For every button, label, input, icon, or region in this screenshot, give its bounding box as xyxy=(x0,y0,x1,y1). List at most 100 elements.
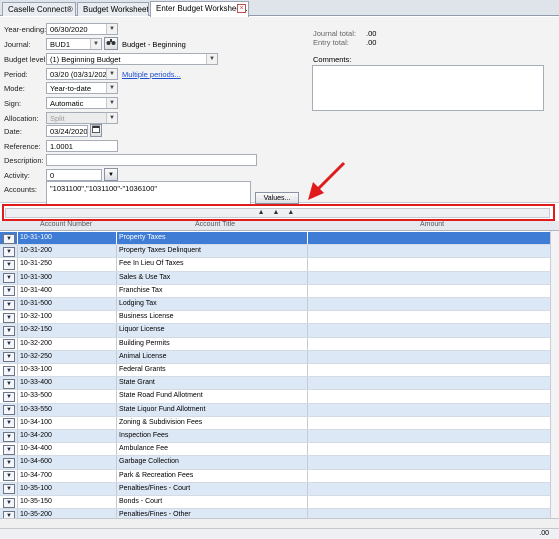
date-field[interactable]: 03/24/2020 xyxy=(46,125,88,137)
row-expand-icon[interactable]: ▼ xyxy=(3,233,15,244)
chevron-down-icon[interactable]: ▼ xyxy=(106,69,117,79)
account-number-cell: 10-31-250 xyxy=(20,260,52,268)
row-expand-icon[interactable]: ▼ xyxy=(3,246,15,257)
chevron-down-icon[interactable]: ▼ xyxy=(90,39,101,49)
table-row[interactable]: ▼ 10-33-100 Federal Grants xyxy=(0,364,559,378)
journal-select[interactable]: BUD1 ▼ xyxy=(46,38,102,50)
account-number-cell: 10-34-700 xyxy=(20,471,52,479)
grid-header: Account Number Account Title Amount xyxy=(0,221,559,231)
reference-field[interactable]: 1.0001 xyxy=(46,140,118,152)
column-header-account-number[interactable]: Account Number xyxy=(40,221,92,228)
column-divider xyxy=(116,469,117,482)
row-expand-icon[interactable]: ▼ xyxy=(3,484,15,495)
row-expand-icon[interactable]: ▼ xyxy=(3,457,15,468)
table-row[interactable]: ▼ 10-31-500 Lodging Tax xyxy=(0,298,559,312)
table-row[interactable]: ▼ 10-35-100 Penalties/Fines - Court xyxy=(0,482,559,496)
table-row[interactable]: ▼ 10-34-400 Ambulance Fee xyxy=(0,443,559,457)
row-expand-icon[interactable]: ▼ xyxy=(3,418,15,429)
row-expand-icon[interactable]: ▼ xyxy=(3,365,15,376)
table-row[interactable]: ▼ 10-32-200 Building Permits xyxy=(0,337,559,351)
chevron-down-icon[interactable]: ▼ xyxy=(206,54,217,64)
column-divider xyxy=(307,496,308,509)
account-number-cell: 10-35-150 xyxy=(20,498,52,505)
table-row[interactable]: ▼ 10-35-150 Bonds - Court xyxy=(0,496,559,510)
year-ending-select[interactable]: 06/30/2020 ▼ xyxy=(46,23,118,35)
sign-select[interactable]: Automatic ▼ xyxy=(46,97,118,109)
table-row[interactable]: ▼ 10-34-600 Garbage Collection xyxy=(0,456,559,470)
mode-select[interactable]: Year-to-date ▼ xyxy=(46,82,118,94)
row-expand-icon[interactable]: ▼ xyxy=(3,299,15,310)
column-header-amount[interactable]: Amount xyxy=(420,221,444,228)
account-number-cell: 10-34-200 xyxy=(20,432,52,439)
row-expand-icon[interactable]: ▼ xyxy=(3,259,15,270)
table-row[interactable]: ▼ 10-33-500 State Road Fund Allotment xyxy=(0,390,559,404)
budget-level-select[interactable]: (1) Beginning Budget ▼ xyxy=(46,53,218,65)
chevron-down-icon[interactable]: ▼ xyxy=(106,98,117,108)
account-number-cell: 10-35-100 xyxy=(20,484,52,492)
table-row[interactable]: ▼ 10-33-550 State Liquor Fund Allotment xyxy=(0,403,559,417)
tab-caselle-connect[interactable]: Caselle Connect® xyxy=(2,2,76,16)
table-row[interactable]: ▼ 10-31-100 Property Taxes xyxy=(0,232,559,246)
row-expand-icon[interactable]: ▼ xyxy=(3,405,15,416)
row-expand-icon[interactable]: ▼ xyxy=(3,378,15,389)
calendar-icon[interactable] xyxy=(90,124,102,137)
tab-budget-worksheet[interactable]: Budget Worksheet xyxy=(77,2,149,16)
table-row[interactable]: ▼ 10-32-150 Liquor License xyxy=(0,324,559,338)
column-header-account-title[interactable]: Account Title xyxy=(195,221,235,228)
binoculars-icon[interactable] xyxy=(104,37,118,50)
row-expand-icon[interactable]: ▼ xyxy=(3,444,15,455)
accounts-label: Accounts: xyxy=(4,185,37,194)
activity-label: Activity: xyxy=(4,171,30,180)
multiple-periods-link[interactable]: Multiple periods... xyxy=(122,70,181,79)
tab-enter-budget-worksheet[interactable]: Enter Budget Worksheet... × xyxy=(150,1,249,17)
table-row[interactable]: ▼ 10-34-200 Inspection Fees xyxy=(0,430,559,444)
chevron-down-icon[interactable]: ▼ xyxy=(106,83,117,93)
accounts-field[interactable]: "1031100","1031100"-"1036100" xyxy=(46,181,251,205)
row-expand-icon[interactable]: ▼ xyxy=(3,339,15,350)
reference-label: Reference: xyxy=(4,142,41,151)
account-title-cell: State Grant xyxy=(119,379,155,387)
row-expand-icon[interactable]: ▼ xyxy=(3,325,15,336)
table-row[interactable]: ▼ 10-32-250 Animal License xyxy=(0,350,559,364)
table-row[interactable]: ▼ 10-31-400 Franchise Tax xyxy=(0,284,559,298)
row-expand-icon[interactable]: ▼ xyxy=(3,352,15,363)
column-divider xyxy=(116,377,117,390)
account-number-cell: 10-31-500 xyxy=(20,300,52,307)
table-row[interactable]: ▼ 10-33-400 State Grant xyxy=(0,377,559,391)
table-row[interactable]: ▼ 10-31-300 Sales & Use Tax xyxy=(0,271,559,285)
column-divider xyxy=(17,245,18,258)
column-divider xyxy=(17,350,18,363)
values-button[interactable]: Values... xyxy=(255,192,299,204)
vertical-scrollbar[interactable] xyxy=(550,231,559,518)
activity-dropdown-button[interactable]: ▼ xyxy=(104,168,118,181)
table-row[interactable]: ▼ 10-34-700 Park & Recreation Fees xyxy=(0,469,559,483)
row-expand-icon[interactable]: ▼ xyxy=(3,471,15,482)
column-divider xyxy=(307,469,308,482)
horizontal-scrollbar[interactable] xyxy=(0,518,559,528)
column-divider xyxy=(17,416,18,429)
row-expand-icon[interactable]: ▼ xyxy=(3,431,15,442)
account-title-cell: Lodging Tax xyxy=(119,300,157,307)
column-divider xyxy=(307,324,308,337)
period-select[interactable]: 03/20 (03/31/2020) ▼ xyxy=(46,68,118,80)
description-field[interactable] xyxy=(46,154,257,166)
row-expand-icon[interactable]: ▼ xyxy=(3,497,15,508)
activity-field[interactable]: 0 xyxy=(46,169,102,181)
account-title-cell: Property Taxes xyxy=(119,234,166,241)
period-value: 03/20 (03/31/2020) xyxy=(50,70,114,79)
table-row[interactable]: ▼ 10-31-200 Property Taxes Delinquent xyxy=(0,245,559,259)
account-number-cell: 10-34-400 xyxy=(20,445,52,453)
table-row[interactable]: ▼ 10-32-100 Business License xyxy=(0,311,559,325)
close-icon[interactable]: × xyxy=(237,4,246,13)
row-expand-icon[interactable]: ▼ xyxy=(3,273,15,284)
table-row[interactable]: ▼ 10-31-250 Fee In Lieu Of Taxes xyxy=(0,258,559,272)
comments-field[interactable] xyxy=(312,65,544,111)
column-divider xyxy=(116,284,117,297)
column-divider xyxy=(116,350,117,363)
row-expand-icon[interactable]: ▼ xyxy=(3,286,15,297)
table-row[interactable]: ▼ 10-34-100 Zoning & Subdivision Fees xyxy=(0,416,559,430)
row-expand-icon[interactable]: ▼ xyxy=(3,312,15,323)
chevron-down-icon[interactable]: ▼ xyxy=(106,24,117,34)
journal-total-value: .00 xyxy=(366,29,377,38)
row-expand-icon[interactable]: ▼ xyxy=(3,391,15,402)
